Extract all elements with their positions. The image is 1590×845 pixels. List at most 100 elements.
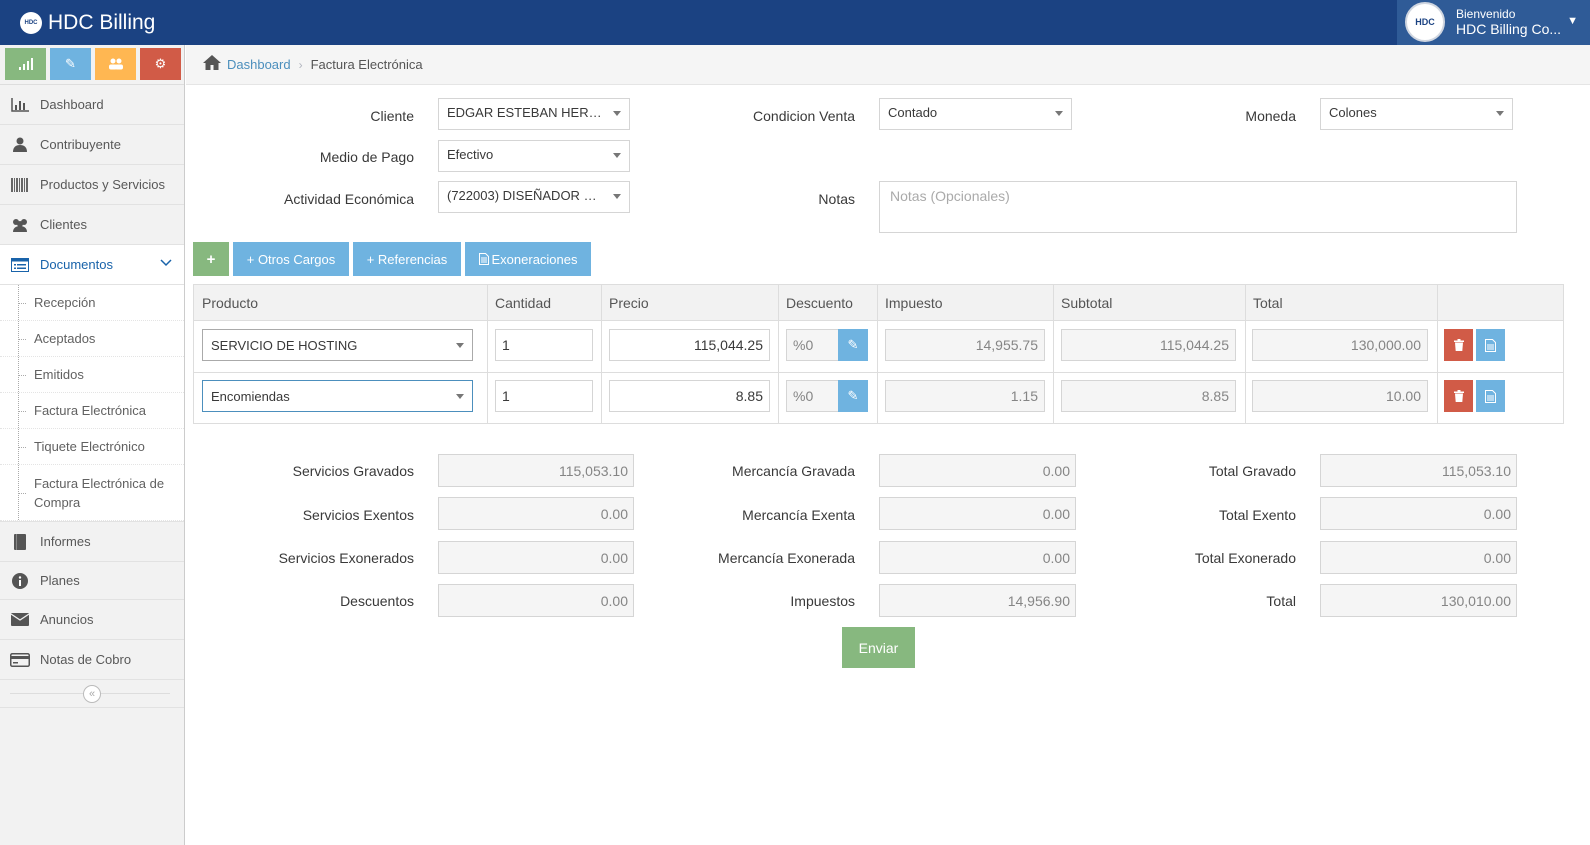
barcode-icon bbox=[10, 177, 30, 193]
pencil-icon: ✎ bbox=[847, 337, 859, 352]
add-line-button[interactable]: + bbox=[193, 242, 229, 276]
exoneraciones-button[interactable]: Exoneraciones bbox=[465, 242, 591, 276]
producto-select[interactable]: SERVICIO DE HOSTING bbox=[202, 329, 473, 361]
medio-pago-label: Medio de Pago bbox=[319, 149, 414, 165]
sidebar-item-informes[interactable]: Informes bbox=[0, 522, 184, 562]
impuestos-value: 14,956.90 bbox=[879, 584, 1076, 617]
submenu-item-tiquete-electronico[interactable]: Tiquete Electrónico bbox=[0, 429, 184, 465]
submenu-item-emitidos[interactable]: Emitidos bbox=[0, 357, 184, 393]
sidebar: ✎ ⚙ Dashboard Contribuyente Productos y … bbox=[0, 45, 185, 845]
cliente-value: EDGAR ESTEBAN HERRER... bbox=[447, 105, 627, 120]
details-row-button[interactable] bbox=[1476, 329, 1505, 361]
column-header-precio: Precio bbox=[601, 285, 778, 321]
column-header-cantidad: Cantidad bbox=[487, 285, 601, 321]
user-menu[interactable]: HDC Bienvenido HDC Billing Co... ▼ bbox=[1397, 0, 1590, 45]
sidebar-item-planes[interactable]: Planes bbox=[0, 562, 184, 600]
sidebar-item-documentos[interactable]: Documentos bbox=[0, 245, 184, 285]
column-divider bbox=[1437, 285, 1438, 423]
column-header-total: Total bbox=[1245, 285, 1437, 321]
details-row-button[interactable] bbox=[1476, 380, 1505, 412]
double-chevron-left-icon[interactable]: « bbox=[83, 685, 101, 703]
medio-pago-select[interactable]: Efectivo bbox=[438, 140, 630, 172]
mercancia-exonerada-value: 0.00 bbox=[879, 541, 1076, 574]
avatar: HDC bbox=[1405, 2, 1445, 42]
plus-icon: + bbox=[206, 250, 216, 268]
sidebar-item-label: Planes bbox=[40, 573, 80, 588]
actividad-economica-select[interactable]: (722003) DISEÑADOR GR... bbox=[438, 181, 630, 213]
producto-value: Encomiendas bbox=[211, 389, 290, 404]
submenu-item-label: Tiquete Electrónico bbox=[34, 439, 145, 454]
submenu-item-factura-electronica[interactable]: Factura Electrónica bbox=[0, 393, 184, 429]
column-header-actions bbox=[1437, 285, 1563, 321]
sidebar-item-notas-cobro[interactable]: Notas de Cobro bbox=[0, 640, 184, 680]
otros-cargos-button[interactable]: + Otros Cargos bbox=[233, 242, 349, 276]
sidebar-item-label: Contribuyente bbox=[40, 137, 121, 152]
impuesto-input: 14,955.75 bbox=[885, 329, 1045, 361]
shortcut-stats-button[interactable] bbox=[5, 48, 46, 80]
total-gravado-label: Total Gravado bbox=[1208, 463, 1296, 479]
total-exento-label: Total Exento bbox=[1218, 507, 1296, 523]
pencil-icon: ✎ bbox=[65, 56, 76, 71]
app-logo: HDC bbox=[20, 12, 42, 34]
file-icon bbox=[1485, 338, 1496, 352]
sidebar-item-label: Productos y Servicios bbox=[40, 177, 165, 192]
caret-down-icon bbox=[613, 153, 621, 158]
servicios-exentos-label: Servicios Exentos bbox=[302, 507, 414, 523]
sidebar-item-label: Clientes bbox=[40, 217, 87, 232]
breadcrumb-dashboard-link[interactable]: Dashboard bbox=[227, 57, 291, 72]
column-header-producto: Producto bbox=[194, 285, 487, 321]
moneda-select[interactable]: Colones bbox=[1320, 98, 1513, 130]
mercancia-exenta-label: Mercancía Exenta bbox=[742, 507, 855, 523]
submenu-item-factura-compra[interactable]: Factura Electrónica de Compra bbox=[0, 465, 184, 521]
enviar-button[interactable]: Enviar bbox=[842, 627, 915, 668]
submenu-item-label: Recepción bbox=[34, 295, 96, 310]
edit-discount-button[interactable]: ✎ bbox=[838, 329, 868, 361]
shortcut-settings-button[interactable]: ⚙ bbox=[140, 48, 181, 80]
caret-down-icon bbox=[1055, 111, 1063, 116]
referencias-label: + Referencias bbox=[366, 251, 448, 267]
notas-textarea[interactable]: Notas (Opcionales) bbox=[879, 181, 1517, 233]
impuesto-input: 1.15 bbox=[885, 380, 1045, 412]
total-input: 130,000.00 bbox=[1252, 329, 1428, 361]
notas-placeholder: Notas (Opcionales) bbox=[890, 188, 1010, 204]
total-value: 130,010.00 bbox=[1320, 584, 1517, 617]
chevron-down-icon bbox=[160, 258, 172, 270]
caret-down-icon: ▼ bbox=[1567, 15, 1578, 27]
exoneraciones-label: Exoneraciones bbox=[491, 251, 578, 267]
delete-row-button[interactable] bbox=[1444, 380, 1473, 412]
precio-input[interactable]: 8.85 bbox=[609, 380, 770, 412]
precio-input[interactable]: 115,044.25 bbox=[609, 329, 770, 361]
sidebar-item-anuncios[interactable]: Anuncios bbox=[0, 600, 184, 640]
shortcut-edit-button[interactable]: ✎ bbox=[50, 48, 91, 80]
subtotal-input: 115,044.25 bbox=[1061, 329, 1236, 361]
cantidad-input[interactable]: 1 bbox=[495, 329, 593, 361]
condicion-venta-select[interactable]: Contado bbox=[879, 98, 1072, 130]
items-table: Producto Cantidad Precio Descuento Impue… bbox=[193, 284, 1564, 424]
servicios-exonerados-value: 0.00 bbox=[438, 541, 634, 574]
users-icon bbox=[10, 217, 30, 233]
cliente-select[interactable]: EDGAR ESTEBAN HERRER... bbox=[438, 98, 630, 130]
user-icon bbox=[10, 137, 30, 153]
breadcrumb-current: Factura Electrónica bbox=[310, 57, 423, 72]
sidebar-item-productos[interactable]: Productos y Servicios bbox=[0, 165, 184, 205]
sidebar-item-clientes[interactable]: Clientes bbox=[0, 205, 184, 245]
edit-discount-button[interactable]: ✎ bbox=[838, 380, 868, 412]
descuentos-value: 0.00 bbox=[438, 584, 634, 617]
referencias-button[interactable]: + Referencias bbox=[353, 242, 461, 276]
mercancia-exonerada-label: Mercancía Exonerada bbox=[718, 550, 855, 566]
row-divider bbox=[194, 372, 1563, 373]
sidebar-item-contribuyente[interactable]: Contribuyente bbox=[0, 125, 184, 165]
submenu-item-recepcion[interactable]: Recepción bbox=[0, 285, 184, 321]
book-icon bbox=[10, 533, 30, 550]
condicion-venta-label: Condicion Venta bbox=[753, 108, 855, 124]
delete-row-button[interactable] bbox=[1444, 329, 1473, 361]
shortcut-users-button[interactable] bbox=[95, 48, 136, 80]
submenu-item-aceptados[interactable]: Aceptados bbox=[0, 321, 184, 357]
producto-select[interactable]: Encomiendas bbox=[202, 380, 473, 412]
app-brand[interactable]: HDC HDC Billing bbox=[20, 10, 155, 36]
condicion-venta-value: Contado bbox=[888, 105, 938, 120]
sidebar-item-dashboard[interactable]: Dashboard bbox=[0, 85, 184, 125]
caret-down-icon bbox=[456, 343, 464, 348]
cliente-label: Cliente bbox=[370, 108, 414, 124]
cantidad-input[interactable]: 1 bbox=[495, 380, 593, 412]
